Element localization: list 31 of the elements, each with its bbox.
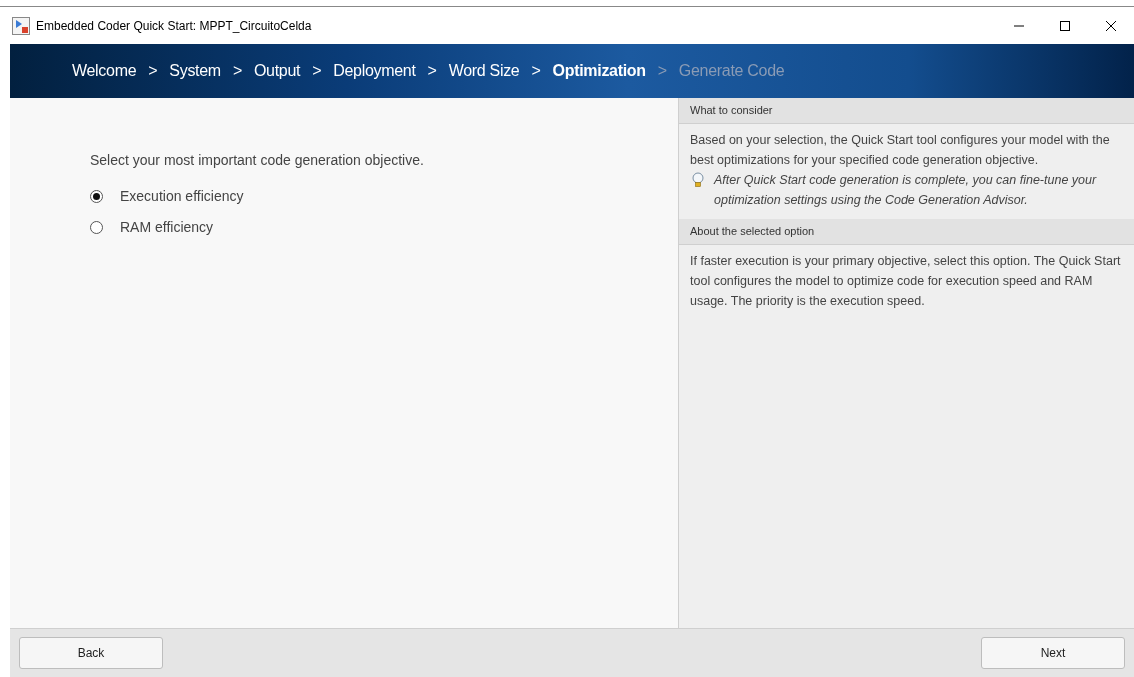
step-separator: > (148, 61, 158, 81)
window-title: Embedded Coder Quick Start: MPPT_CircuitoCelda (36, 17, 312, 35)
lightbulb-icon (692, 172, 704, 188)
wizard-step: Welcome (72, 59, 137, 83)
wizard-step: Deployment (333, 59, 416, 83)
step-separator: > (232, 61, 242, 81)
section-header: What to consider (679, 98, 1134, 124)
step-separator: > (657, 61, 667, 81)
radio-option[interactable]: RAM efficiency (90, 212, 214, 243)
section-header: About the selected option (679, 219, 1134, 245)
step-separator: > (312, 61, 322, 81)
radio-button[interactable] (90, 221, 103, 234)
radio-button[interactable] (90, 190, 103, 203)
app-icon (12, 16, 30, 35)
back-button[interactable]: Back (19, 637, 163, 669)
wizard-step: Optimization (552, 59, 646, 83)
next-button[interactable]: Next (981, 637, 1125, 669)
section-text: Based on your selection, the Quick Start tool configures your model with the best optimizations for your specified code generation objective. (690, 132, 1111, 169)
wizard-step: Word Size (448, 59, 520, 83)
wizard-step: Output (253, 59, 301, 83)
section-text: If faster execution is your primary objective, select this option. The Quick Start tool configures the model to optimize code for execution speed and RAM usage. The priority is the execution speed. (690, 253, 1122, 310)
wizard-step: System (169, 59, 221, 83)
tip-text: After Quick Start code generation is complete, you can fine-tune your optimization settings using the Code Generation Advisor. (714, 172, 1098, 209)
maximize-icon (1059, 19, 1071, 32)
step-separator: > (427, 61, 437, 81)
step-separator: > (531, 61, 541, 81)
close-icon (1105, 19, 1117, 32)
radio-option[interactable]: Execution efficiency (90, 181, 244, 212)
minimize-icon (1013, 24, 1025, 27)
wizard-step: Generate Code (678, 59, 785, 83)
prompt-text: Select your most important code generation objective. (90, 151, 425, 170)
